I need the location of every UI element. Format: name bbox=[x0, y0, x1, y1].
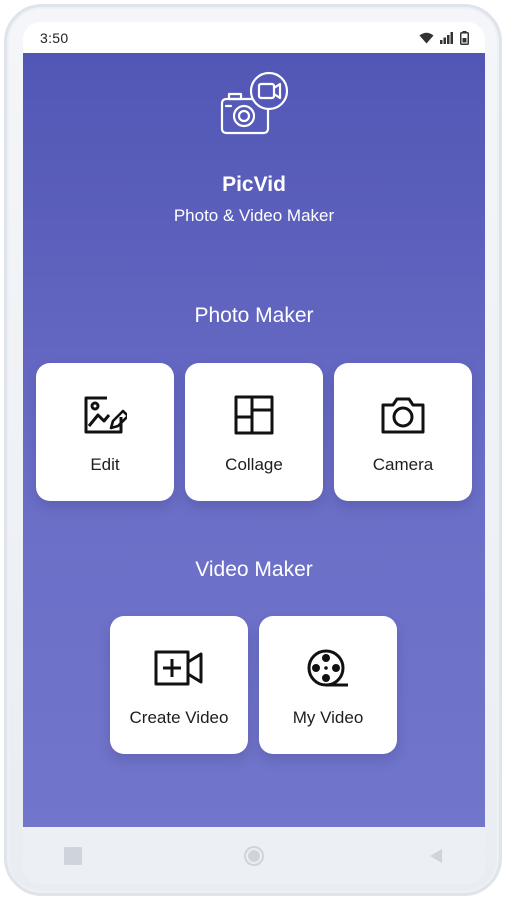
photo-maker-title: Photo Maker bbox=[194, 304, 314, 327]
edit-button[interactable]: Edit bbox=[36, 363, 174, 501]
phone-screen: 3:50 PicVid Photo & Video Maker Photo Ma… bbox=[23, 22, 485, 884]
collage-button[interactable]: Collage bbox=[185, 363, 323, 501]
recent-apps-button[interactable] bbox=[43, 827, 103, 884]
square-icon bbox=[64, 846, 82, 865]
add-video-icon bbox=[154, 650, 203, 686]
picvid-logo-icon bbox=[220, 71, 289, 135]
navigation-bar bbox=[23, 827, 485, 884]
create-video-label: Create Video bbox=[129, 708, 229, 727]
status-icons bbox=[419, 30, 469, 45]
edit-image-icon bbox=[84, 396, 127, 434]
wifi-icon bbox=[419, 32, 434, 43]
my-video-button[interactable]: My Video bbox=[259, 616, 397, 754]
create-video-button[interactable]: Create Video bbox=[110, 616, 248, 754]
app-title: PicVid bbox=[222, 173, 286, 196]
back-button[interactable] bbox=[406, 827, 466, 884]
home-button[interactable] bbox=[224, 827, 284, 884]
status-bar: 3:50 bbox=[23, 22, 485, 53]
battery-icon bbox=[460, 30, 469, 45]
video-maker-title: Video Maker bbox=[195, 558, 313, 581]
collage-label: Collage bbox=[225, 455, 283, 474]
edit-label: Edit bbox=[90, 455, 120, 474]
camera-button[interactable]: Camera bbox=[334, 363, 472, 501]
signal-icon bbox=[440, 31, 453, 44]
app-subtitle: Photo & Video Maker bbox=[173, 206, 335, 225]
circle-icon bbox=[244, 845, 264, 866]
my-video-label: My Video bbox=[292, 708, 364, 727]
film-reel-icon bbox=[307, 649, 348, 687]
back-triangle-icon bbox=[430, 848, 442, 863]
camera-label: Camera bbox=[372, 455, 434, 474]
camera-icon bbox=[381, 397, 425, 434]
collage-icon bbox=[234, 395, 274, 435]
app-content: PicVid Photo & Video Maker Photo Maker E… bbox=[23, 53, 485, 827]
status-time: 3:50 bbox=[40, 29, 69, 46]
